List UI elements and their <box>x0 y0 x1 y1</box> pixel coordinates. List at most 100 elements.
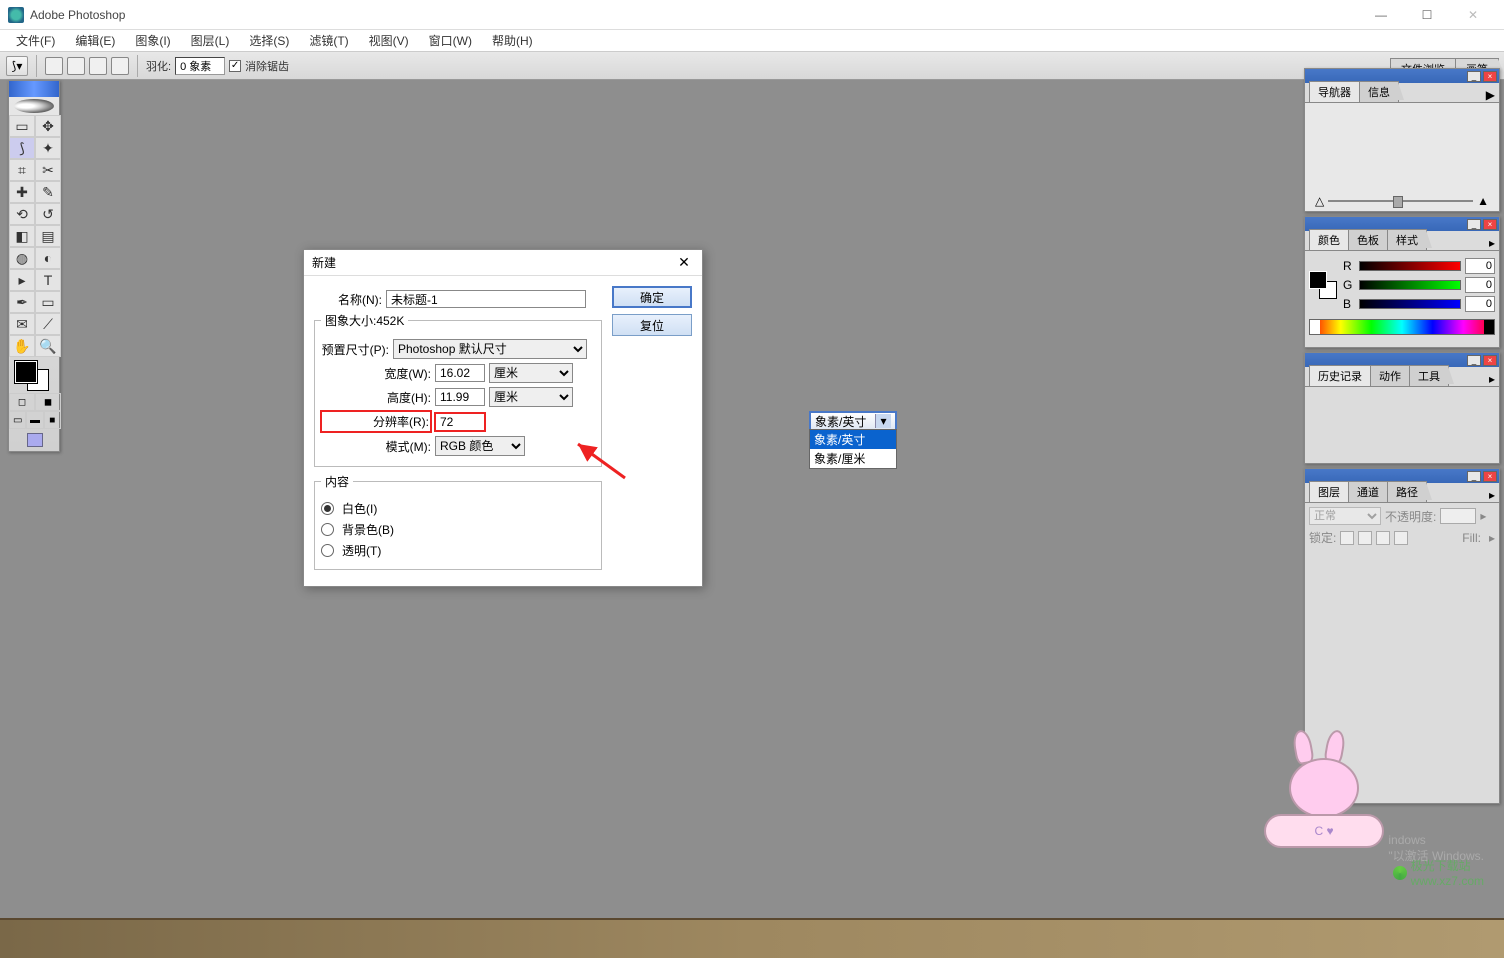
tab-info[interactable]: 信息 <box>1359 81 1399 102</box>
stamp-tool[interactable]: ⟲ <box>9 203 35 225</box>
menu-help[interactable]: 帮助(H) <box>482 30 543 51</box>
lock-transparent-button[interactable] <box>1340 531 1354 545</box>
r-slider[interactable] <box>1359 261 1461 271</box>
screen-mode-full-menu[interactable]: ▬ <box>26 411 43 429</box>
menu-filter[interactable]: 滤镜(T) <box>299 30 358 51</box>
menu-file[interactable]: 文件(F) <box>6 30 65 51</box>
tab-color[interactable]: 颜色 <box>1309 229 1349 250</box>
tab-swatches[interactable]: 色板 <box>1348 229 1388 250</box>
zoom-out-icon[interactable]: △ <box>1315 194 1324 208</box>
resolution-unit-select[interactable]: 象素/英寸 ▾ <box>809 411 897 431</box>
menu-layer[interactable]: 图层(L) <box>181 30 240 51</box>
marquee-tool[interactable]: ▭ <box>9 115 35 137</box>
panel-close-button[interactable]: × <box>1483 219 1497 230</box>
dodge-tool[interactable]: ◐ <box>35 247 61 269</box>
ok-button[interactable]: 确定 <box>612 286 692 308</box>
tab-history[interactable]: 历史记录 <box>1309 365 1371 386</box>
menu-window[interactable]: 窗口(W) <box>419 30 482 51</box>
color-swatch-pair[interactable] <box>1309 271 1337 299</box>
opacity-input[interactable] <box>1440 508 1476 524</box>
jump-to-imageready[interactable] <box>27 433 43 447</box>
maximize-button[interactable]: ☐ <box>1404 0 1450 30</box>
selection-new-button[interactable] <box>45 57 63 75</box>
menu-edit[interactable]: 编辑(E) <box>65 30 125 51</box>
height-unit-select[interactable]: 厘米 <box>489 387 573 407</box>
lock-image-button[interactable] <box>1358 531 1372 545</box>
quickmask-mode-button[interactable]: ◼ <box>35 393 61 411</box>
g-slider[interactable] <box>1359 280 1461 290</box>
menu-image[interactable]: 图象(I) <box>125 30 180 51</box>
zoom-tool[interactable]: 🔍 <box>35 335 61 357</box>
panel-close-button[interactable]: × <box>1483 355 1497 366</box>
feather-input[interactable] <box>175 57 225 75</box>
close-button[interactable]: ✕ <box>1450 0 1496 30</box>
current-tool-icon[interactable]: ⟆▾ <box>6 56 28 76</box>
preset-select[interactable]: Photoshop 默认尺寸 <box>393 339 587 359</box>
slice-tool[interactable]: ✂ <box>35 159 61 181</box>
screen-mode-standard[interactable]: ▭ <box>9 411 26 429</box>
wand-tool[interactable]: ✦ <box>35 137 61 159</box>
zoom-track[interactable] <box>1328 200 1473 202</box>
tab-styles[interactable]: 样式 <box>1387 229 1427 250</box>
lock-position-button[interactable] <box>1376 531 1390 545</box>
palette-handle[interactable] <box>9 81 59 97</box>
tab-tools[interactable]: 工具 <box>1409 365 1449 386</box>
panel-minimize-button[interactable]: _ <box>1467 471 1481 482</box>
color-swatch[interactable] <box>9 357 61 393</box>
screen-mode-full[interactable]: ■ <box>44 411 61 429</box>
path-select-tool[interactable]: ▸ <box>9 269 35 291</box>
b-slider[interactable] <box>1359 299 1461 309</box>
panel-menu-icon[interactable]: ▸ <box>1485 372 1499 386</box>
resolution-input[interactable] <box>435 413 485 431</box>
shape-tool[interactable]: ▭ <box>35 291 61 313</box>
tab-paths[interactable]: 路径 <box>1387 481 1427 502</box>
lasso-tool[interactable]: ⟆ <box>9 137 35 159</box>
selection-add-button[interactable] <box>67 57 85 75</box>
standard-mode-button[interactable]: ◻ <box>9 393 35 411</box>
blend-mode-select[interactable]: 正常 <box>1309 507 1381 525</box>
blur-tool[interactable]: ◍ <box>9 247 35 269</box>
tab-navigator[interactable]: 导航器 <box>1309 81 1360 102</box>
panel-menu-icon[interactable]: ▸ <box>1485 236 1499 250</box>
lock-all-button[interactable] <box>1394 531 1408 545</box>
width-unit-select[interactable]: 厘米 <box>489 363 573 383</box>
height-input[interactable] <box>435 388 485 406</box>
mode-select[interactable]: RGB 颜色 <box>435 436 525 456</box>
menu-view[interactable]: 视图(V) <box>359 30 419 51</box>
pen-tool[interactable]: ✒ <box>9 291 35 313</box>
reset-button[interactable]: 复位 <box>612 314 692 336</box>
heal-tool[interactable]: ✚ <box>9 181 35 203</box>
color-spectrum[interactable] <box>1309 319 1495 335</box>
g-input[interactable] <box>1465 277 1495 293</box>
panel-minimize-button[interactable]: _ <box>1467 355 1481 366</box>
dropdown-arrow-icon[interactable]: ▸ <box>1480 509 1486 523</box>
radio-bgcolor[interactable] <box>321 523 334 536</box>
zoom-slider[interactable]: △ ▲ <box>1315 195 1489 207</box>
type-tool[interactable]: T <box>35 269 61 291</box>
eyedropper-tool[interactable]: ⟋ <box>35 313 61 335</box>
foreground-color[interactable] <box>15 361 37 383</box>
antialias-checkbox[interactable]: ✓ <box>229 60 241 72</box>
option-ppi[interactable]: 象素/英寸 <box>810 430 896 449</box>
panel-close-button[interactable]: × <box>1483 71 1497 82</box>
radio-transparent[interactable] <box>321 544 334 557</box>
hand-tool[interactable]: ✋ <box>9 335 35 357</box>
panel-menu-icon[interactable]: ▶ <box>1482 88 1499 102</box>
selection-intersect-button[interactable] <box>111 57 129 75</box>
width-input[interactable] <box>435 364 485 382</box>
r-input[interactable] <box>1465 258 1495 274</box>
option-ppcm[interactable]: 象素/厘米 <box>810 449 896 468</box>
panel-menu-icon[interactable]: ▸ <box>1485 488 1499 502</box>
panel-minimize-button[interactable]: _ <box>1467 71 1481 82</box>
notes-tool[interactable]: ✉ <box>9 313 35 335</box>
panel-minimize-button[interactable]: _ <box>1467 219 1481 230</box>
panel-close-button[interactable]: × <box>1483 471 1497 482</box>
eraser-tool[interactable]: ◧ <box>9 225 35 247</box>
move-tool[interactable]: ✥ <box>35 115 61 137</box>
dialog-close-button[interactable]: ✕ <box>674 253 694 273</box>
name-input[interactable] <box>386 290 586 308</box>
tab-actions[interactable]: 动作 <box>1370 365 1410 386</box>
crop-tool[interactable]: ⌗ <box>9 159 35 181</box>
tab-channels[interactable]: 通道 <box>1348 481 1388 502</box>
b-input[interactable] <box>1465 296 1495 312</box>
